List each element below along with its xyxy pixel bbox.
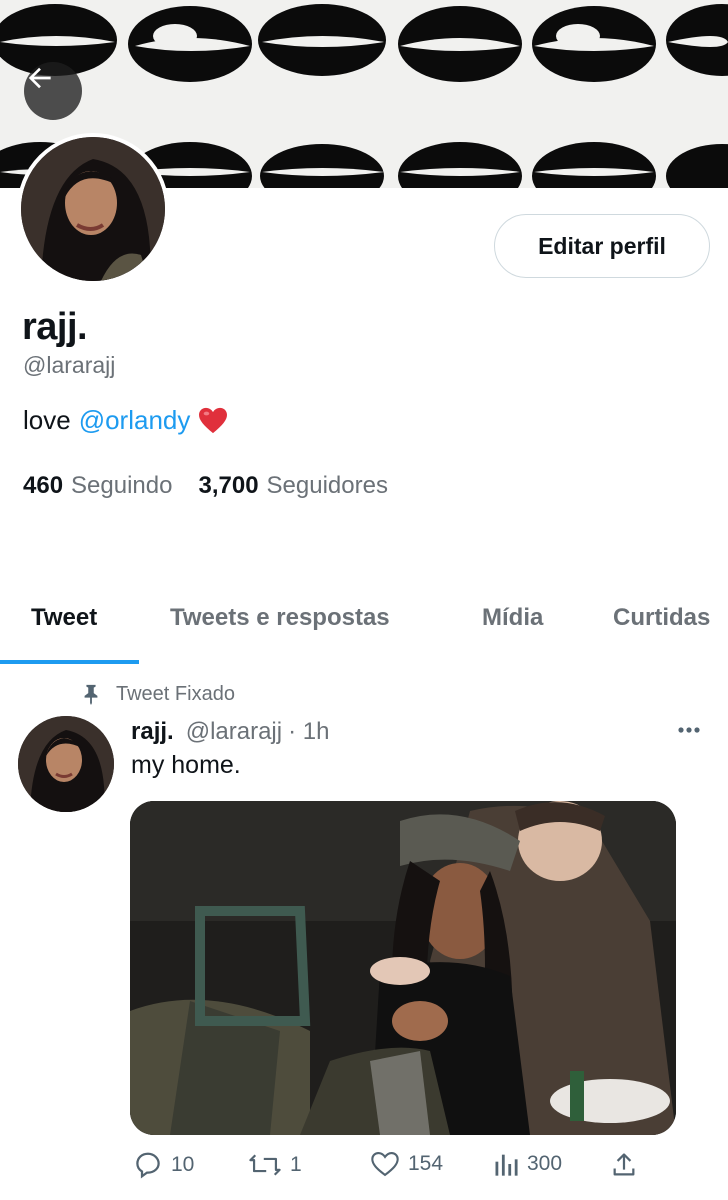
tweet-media-photo[interactable]	[130, 801, 676, 1135]
photo-image	[130, 801, 676, 1135]
back-button[interactable]	[24, 62, 82, 120]
tweet-author-name[interactable]: rajj.	[131, 718, 174, 746]
tweet-text: my home.	[131, 751, 241, 779]
tweet-actions: 10 1 154 300	[0, 1150, 728, 1184]
tweet-avatar-photo	[18, 716, 114, 812]
like-heart-icon	[371, 1151, 399, 1177]
tab-tweet[interactable]: Tweet	[31, 604, 97, 632]
followers-label: Seguidores	[266, 472, 388, 499]
like-count: 154	[408, 1152, 444, 1175]
profile-handle: @lararajj	[23, 352, 116, 378]
following-link[interactable]: 460 Seguindo	[23, 472, 172, 500]
pinned-text: Tweet Fixado	[116, 682, 235, 705]
views-button[interactable]: 300	[493, 1150, 562, 1178]
share-button[interactable]	[610, 1150, 638, 1180]
retweet-button[interactable]: 1	[248, 1150, 302, 1180]
profile-display-name: rajj.	[22, 306, 88, 348]
following-label: Seguindo	[71, 472, 173, 499]
followers-link[interactable]: 3,700 Seguidores	[198, 472, 387, 500]
tweet-header: rajj. @lararajj · 1h	[131, 718, 329, 746]
view-count: 300	[527, 1152, 563, 1175]
edit-profile-button[interactable]: Editar perfil	[494, 214, 710, 278]
profile-tabs: Tweet Tweets e respostas Mídia Curtidas	[0, 598, 728, 664]
reply-button[interactable]: 10	[133, 1150, 194, 1180]
tab-tweets-replies[interactable]: Tweets e respostas	[170, 604, 390, 632]
bio-mention-link[interactable]: @orlandy	[79, 405, 191, 436]
arrow-left-icon	[28, 67, 51, 89]
tweet-author-avatar[interactable]	[18, 716, 114, 812]
active-tab-indicator	[0, 660, 139, 664]
reply-icon	[136, 1152, 160, 1179]
tweet-timestamp[interactable]: · 1h	[288, 718, 329, 746]
avatar-photo	[21, 137, 165, 281]
heart-emoji-icon	[199, 407, 228, 433]
analytics-bars-icon	[495, 1154, 518, 1176]
more-horizontal-icon[interactable]	[676, 720, 706, 740]
tab-likes[interactable]: Curtidas	[613, 604, 710, 632]
reply-count: 10	[171, 1153, 195, 1176]
profile-bio: love @orlandy	[23, 405, 228, 436]
pinned-tweet-label: Tweet Fixado	[80, 682, 235, 706]
following-count: 460	[23, 472, 64, 499]
tab-media[interactable]: Mídia	[482, 604, 543, 632]
like-button[interactable]: 154	[370, 1150, 443, 1178]
tweet-author-handle[interactable]: @lararajj	[186, 718, 282, 746]
retweet-icon	[249, 1154, 281, 1176]
followers-count: 3,700	[198, 472, 259, 499]
retweet-count: 1	[290, 1153, 302, 1176]
share-upload-icon	[613, 1153, 635, 1176]
follow-stats: 460 Seguindo 3,700 Seguidores	[23, 472, 388, 500]
pin-icon	[84, 684, 98, 705]
profile-avatar[interactable]	[17, 133, 169, 285]
bio-text: love	[23, 405, 71, 435]
